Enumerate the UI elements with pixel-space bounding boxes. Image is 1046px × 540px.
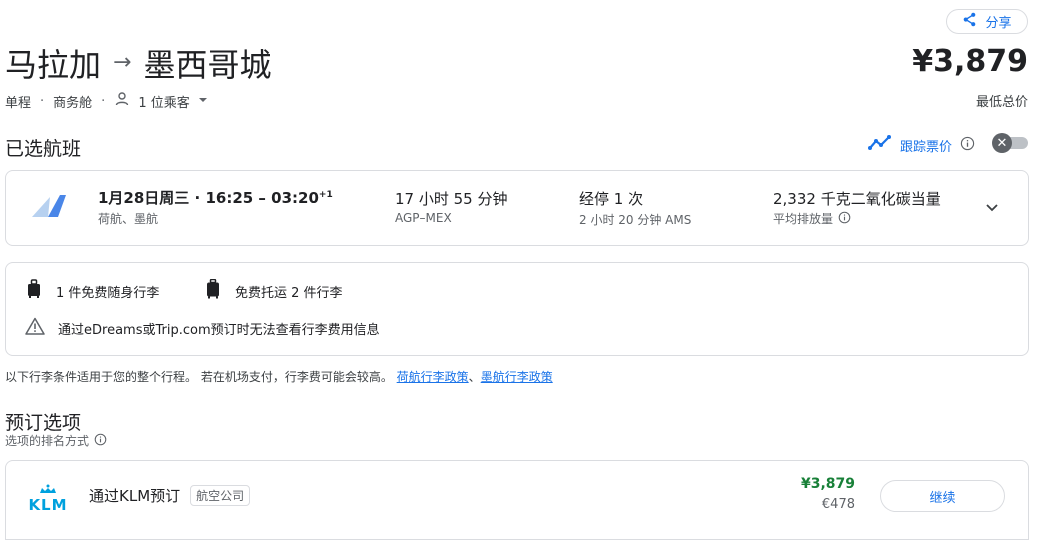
baggage-note: 以下行李条件适用于您的整个行程。 若在机场支付，行李费可能会较高。 荷航行李政策…: [5, 368, 553, 385]
carry-on-text: 1 件免费随身行李: [56, 285, 160, 301]
lowest-price: ¥3,879: [912, 44, 1028, 79]
sort-caption-row: 选项的排名方式: [5, 432, 107, 449]
klm-baggage-policy-link[interactable]: 荷航行李政策: [397, 370, 469, 384]
warning-icon: [25, 317, 45, 339]
close-icon: ✕: [992, 133, 1012, 153]
flight-date-time: 1月28日周三 · 16:25 – 03:20: [98, 189, 319, 207]
baggage-note-text: 以下行李条件适用于您的整个行程。 若在机场支付，行李费可能会较高。: [5, 370, 393, 384]
baggage-card: 1 件免费随身行李 免费托运 2 件行李 通过eDreams或Trip.com预…: [5, 262, 1029, 356]
day-offset: +1: [318, 190, 333, 200]
info-icon[interactable]: [94, 433, 107, 449]
destination-city: 墨西哥城: [143, 46, 272, 84]
booking-option-card: KLM 通过KLM预订 航空公司 ¥3,879 €478 继续: [5, 460, 1029, 540]
info-icon[interactable]: [960, 136, 975, 155]
airline-tag: 航空公司: [190, 485, 251, 506]
track-prices[interactable]: 跟踪票价: [868, 135, 975, 155]
flight-airlines: 荷航、墨航: [98, 212, 159, 226]
carry-on-row: 1 件免费随身行李: [26, 279, 159, 303]
booking-options-heading: 预订选项: [5, 412, 82, 434]
caret-down-icon: [198, 94, 208, 109]
carry-on-bag-icon: [26, 279, 42, 303]
trip-type: 单程: [5, 95, 32, 111]
cabin-class: 商务舱: [53, 95, 93, 111]
flight-times: 1月28日周三 · 16:25 – 03:20+1: [98, 187, 333, 208]
share-button[interactable]: 分享: [946, 9, 1028, 34]
checked-bag-icon: [205, 278, 221, 303]
expand-chevron-icon[interactable]: [984, 199, 1000, 219]
selected-flight-card[interactable]: 1月28日周三 · 16:25 – 03:20+1 荷航、墨航 17 小时 55…: [5, 170, 1029, 246]
person-icon: [114, 91, 130, 111]
airline-logo-icon: [30, 193, 66, 223]
flight-stops: 经停 1 次: [579, 190, 644, 208]
booking-price-eur: €478: [821, 497, 855, 512]
baggage-warning-row: 通过eDreams或Trip.com预订时无法查看行李费用信息: [25, 317, 380, 339]
emissions-caption-row: 平均排放量: [773, 210, 851, 227]
booking-provider-row: 通过KLM预订 航空公司: [89, 485, 251, 506]
sort-caption: 选项的排名方式: [5, 434, 90, 448]
passenger-selector[interactable]: 1 位乘客: [114, 91, 207, 111]
aeromexico-baggage-policy-link[interactable]: 墨航行李政策: [481, 370, 553, 384]
klm-logo: KLM: [28, 479, 68, 514]
link-separator: 、: [468, 370, 481, 384]
klm-logo-text: KLM: [28, 496, 68, 514]
trend-line-icon: [868, 135, 892, 155]
checked-bag-text: 免费托运 2 件行李: [235, 285, 343, 301]
selected-flights-heading: 已选航班: [5, 138, 82, 160]
track-prices-label: 跟踪票价: [900, 139, 953, 155]
lowest-price-caption: 最低总价: [975, 95, 1028, 110]
flight-emissions: 2,332 千克二氧化碳当量: [773, 190, 941, 208]
separator-dot: ·: [40, 93, 45, 109]
checked-bag-row: 免费托运 2 件行李: [205, 278, 343, 303]
arrow-right-icon: →: [113, 50, 132, 75]
separator-dot: ·: [101, 93, 106, 109]
origin-city: 马拉加: [5, 46, 102, 84]
share-icon: [962, 12, 977, 31]
continue-button[interactable]: 继续: [880, 480, 1005, 512]
passenger-count: 1 位乘客: [138, 95, 190, 111]
flight-route: AGP–MEX: [395, 211, 452, 225]
emissions-caption: 平均排放量: [773, 212, 834, 226]
booking-provider-label: 通过KLM预订: [89, 487, 181, 505]
crown-icon: [40, 484, 56, 493]
flight-duration: 17 小时 55 分钟: [395, 190, 508, 208]
share-label: 分享: [985, 16, 1012, 31]
track-prices-toggle[interactable]: ✕: [992, 133, 1030, 153]
route-title: 马拉加 → 墨西哥城: [5, 40, 271, 86]
baggage-warning-text: 通过eDreams或Trip.com预订时无法查看行李费用信息: [58, 322, 380, 338]
flight-layover: 2 小时 20 分钟 AMS: [579, 213, 692, 227]
booking-price: ¥3,879: [800, 476, 855, 492]
info-icon[interactable]: [838, 211, 851, 227]
trip-options: 单程 · 商务舱 · 1 位乘客: [5, 91, 208, 111]
